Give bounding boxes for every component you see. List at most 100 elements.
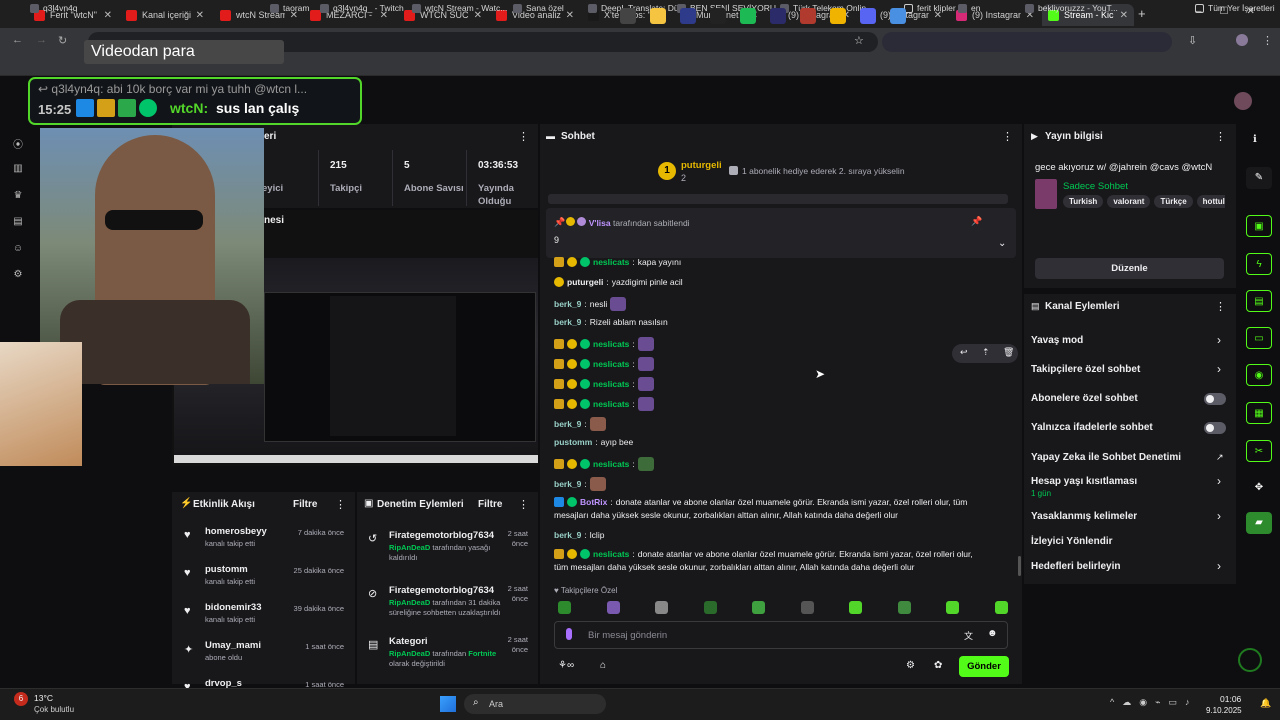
channel-action-label[interactable]: İzleyici Yönlendir [1031,536,1113,547]
channel-action-label[interactable]: Abonelere özel sohbet [1031,393,1138,404]
notification-bell-icon[interactable]: 🔔 [1260,698,1271,709]
chat-message[interactable]: berk_9: [554,417,606,431]
chat-message[interactable]: berk_9: nesli [554,297,627,311]
chat-message[interactable]: neslicats: [554,337,654,351]
chat-username[interactable]: neslicats [593,549,629,559]
points-icon[interactable]: ⚘∞ [558,660,574,671]
toggle-switch[interactable] [1204,422,1226,434]
tab-close-icon[interactable]: ✕ [196,10,204,21]
channel-action-label[interactable]: Hedefleri belirleyin [1031,561,1120,572]
moderation-target[interactable]: Firategemotorblog7634 [389,530,494,541]
channel-action-label[interactable]: Takipçilere özel sohbet [1031,364,1140,375]
avatar[interactable] [1234,92,1252,110]
chevron-right-icon[interactable]: › [1217,362,1221,376]
menu-icon[interactable]: ⋮ [1262,34,1273,47]
chat-settings-icon[interactable]: ⚙ [906,660,915,671]
bookmark-star-icon[interactable]: ☆ [854,34,864,47]
obs-icon[interactable] [800,8,816,24]
activity-menu-icon[interactable]: ⋮ [335,498,346,511]
weather-desc[interactable]: Çok bulutlu [34,705,74,714]
channel-action-label[interactable]: Yapay Zeka ile Sohbet Denetimi [1031,452,1181,463]
spotify-icon[interactable] [740,8,756,24]
emote-icon[interactable] [849,601,862,614]
chat-message[interactable]: neslicats: [554,397,654,411]
stats-menu-icon[interactable]: ⋮ [518,130,529,143]
chat-username[interactable]: berk_9 [554,419,581,429]
delete-icon[interactable]: 🗑 [1003,347,1014,358]
channel-action-label[interactable]: Yalnızca ifadelerle sohbet [1031,422,1153,433]
chat-username[interactable]: neslicats [593,257,629,267]
reply-icon[interactable]: ↩ [960,347,968,358]
emote-icon[interactable] [655,601,668,614]
trophy-icon[interactable]: ♛ [11,190,25,204]
tab-close-icon[interactable]: ✕ [1120,10,1128,21]
extensions-strip[interactable] [882,32,1172,52]
users-icon[interactable]: ☺ [11,243,25,257]
chat-message[interactable]: neslicats: donate atanlar ve abone olanla… [554,549,973,559]
info-icon[interactable]: ℹ [1253,134,1257,145]
chat-message[interactable]: berk_9: Rizeli ablam nasılsın [554,317,668,327]
bolt-icon[interactable]: ϟ [1246,253,1272,275]
file-explorer-icon[interactable] [650,8,666,24]
chat-bubble-icon[interactable]: ▭ [1246,327,1272,349]
bookmark-item[interactable]: taoram [270,3,309,13]
pin-message-icon[interactable]: ⇡ [982,347,990,358]
pinned-collapse-icon[interactable]: ⌄ [998,238,1006,249]
bookmark-item[interactable]: ferit klipler [904,3,956,13]
bookmark-item[interactable]: Tüm Yer İşaretleri [1195,3,1275,13]
chat-message[interactable]: neslicats: [554,357,654,371]
puzzle-icon[interactable]: ✥ [1246,477,1272,499]
chat-message[interactable]: neslicats: [554,377,654,391]
moderation-target[interactable]: Kategori [389,636,428,647]
channel-action-label[interactable]: Hesap yaşı kısıtlaması [1031,476,1137,487]
chat-message[interactable]: berk_9: lclip [554,530,604,540]
edit-button[interactable]: Düzenle [1035,258,1224,279]
community-icon[interactable]: ▤ [11,216,25,230]
emote-icon[interactable] [558,601,571,614]
folder-icon[interactable] [830,8,846,24]
emote-icon[interactable] [800,601,814,614]
emote-icon[interactable] [752,601,765,614]
layout-icon[interactable]: ▦ [1246,402,1272,424]
chat-message[interactable]: berk_9: [554,477,606,491]
bookmark-item[interactable]: DeepL Translate: Dü... [588,3,686,13]
reload-icon[interactable]: ↻ [58,34,67,47]
emote-icon[interactable] [994,601,1008,614]
premiere-icon[interactable] [770,8,786,24]
bookmark-item[interactable]: q3l4vn4q [30,3,78,13]
search-box[interactable] [464,694,606,714]
chat-scrollbar[interactable] [1018,556,1021,576]
start-icon[interactable] [440,696,456,712]
category-name[interactable]: Sadece Sohbet [1063,181,1128,192]
bookmark-item[interactable]: bekliyoruzzz - YouT... [1025,3,1118,13]
category-thumbnail[interactable] [1035,179,1057,209]
clock-time[interactable]: 01:06 [1220,694,1241,704]
chrome-icon[interactable] [890,8,906,24]
settings-icon[interactable]: ⚙ [11,269,25,283]
moderation-moderator[interactable]: RipAnDeaD [389,543,430,552]
chat-username[interactable]: berk_9 [554,317,581,327]
broadcast-icon[interactable]: ◉ [1246,364,1272,386]
chat-message[interactable]: neslicats: kapa yayını [554,257,681,267]
wrench-icon[interactable]: ✂ [1246,440,1272,462]
emote-icon[interactable] [703,601,717,614]
chat-username[interactable]: BotRix [580,497,607,507]
stream-info-menu-icon[interactable]: ⋮ [1215,130,1226,143]
external-link-icon[interactable]: ↗ [1216,452,1224,463]
translate-icon[interactable]: 文 [964,629,973,642]
chevron-right-icon[interactable]: › [1217,474,1221,488]
edit-icon[interactable]: ✎ [1246,167,1272,189]
tab-close-icon[interactable]: ✕ [566,10,574,21]
chat-username[interactable]: neslicats [593,359,629,369]
tag-chip[interactable]: Türkçe [1154,195,1193,208]
bookmark-item[interactable]: q3l4vn4q_ - Twitch [320,3,404,13]
live-icon[interactable]: ⦿ [11,136,25,151]
weather-temp[interactable]: 13°C [34,693,53,703]
emote-icon[interactable] [897,601,911,614]
tag-chip[interactable]: hottul [1196,195,1225,208]
discord-icon[interactable] [860,8,876,24]
mic-icon[interactable] [566,628,572,640]
leader-user[interactable]: puturgeli [681,160,722,171]
activity-filter[interactable]: Filtre [293,499,317,510]
chat-menu-icon[interactable]: ⋮ [1002,130,1013,143]
